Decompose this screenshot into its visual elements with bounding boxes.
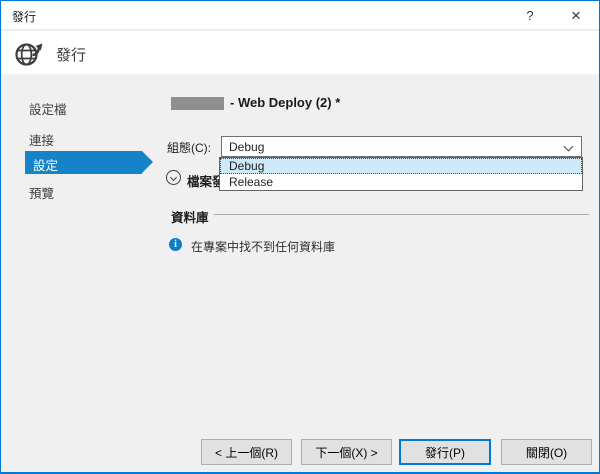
chevron-down-icon [563, 141, 574, 152]
dialog-content: 設定檔 連接 設定 預覽 - Web Deploy (2) * 組態(C): D… [1, 74, 599, 472]
title-bar: 發行 ? × [1, 1, 599, 30]
selected-arrow-pointer [142, 151, 153, 173]
profile-name-suffix: - Web Deploy (2) * [230, 95, 341, 110]
help-button[interactable]: ? [513, 4, 547, 27]
database-section-title: 資料庫 [171, 211, 209, 225]
dialog-header: 發行 [1, 31, 599, 74]
configuration-dropdown-popup: Debug Release [219, 157, 583, 191]
sidebar-item-preview[interactable]: 預覽 [29, 183, 54, 202]
dropdown-option-debug[interactable]: Debug [220, 158, 582, 174]
configuration-label: 組態(C): [167, 141, 211, 155]
previous-button[interactable]: < 上一個(R) [201, 439, 292, 465]
sidebar-item-label: 設定 [33, 159, 59, 173]
database-info-message: 在專案中找不到任何資料庫 [191, 240, 336, 254]
sidebar-item-profile[interactable]: 設定檔 [29, 99, 67, 118]
dropdown-option-release[interactable]: Release [220, 174, 582, 190]
publish-globe-icon [15, 43, 43, 66]
section-divider [214, 214, 589, 215]
window-close-button[interactable]: × [559, 4, 593, 27]
next-button[interactable]: 下一個(X) > [301, 439, 392, 465]
sidebar-item-settings[interactable]: 設定 [25, 151, 153, 174]
publish-dialog-window: 發行 ? × 發行 設定檔 連接 設定 預覽 - Web Deploy (2) … [0, 0, 600, 474]
configuration-selected-value: Debug [229, 140, 265, 154]
profile-name-redacted [171, 97, 224, 110]
window-title: 發行 [12, 10, 37, 24]
close-button[interactable]: 關閉(O) [501, 439, 592, 465]
info-icon: i [169, 238, 182, 251]
sidebar-item-connection[interactable]: 連接 [29, 130, 54, 149]
configuration-select[interactable]: Debug [221, 136, 582, 157]
chevron-down-circle-icon [166, 170, 181, 185]
page-title: 發行 [56, 47, 87, 64]
publish-button[interactable]: 發行(P) [399, 439, 491, 465]
